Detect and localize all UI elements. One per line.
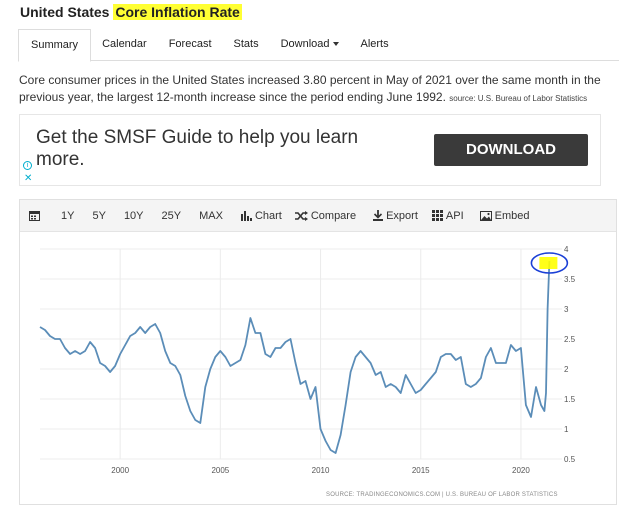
x-tick-label: 2005 [211, 466, 229, 475]
y-tick-label: 0.5 [564, 455, 576, 464]
range-1y[interactable]: 1Y [61, 210, 74, 222]
nav-tabs: Summary Calendar Forecast Stats Download… [18, 29, 619, 62]
x-tick-label: 2010 [312, 466, 330, 475]
tab-download[interactable]: Download [270, 29, 350, 61]
inflation-chart: 0.5 1 1.5 2 2.5 3 3.5 4 2000 2005 2010 2015 2020 SOUR… [39, 245, 576, 498]
compare-button-label: Compare [310, 209, 357, 222]
tab-summary[interactable]: Summary [18, 29, 92, 62]
embed-button-label: Embed [494, 209, 530, 222]
highlight-marker [539, 257, 558, 269]
tab-calendar[interactable]: Calendar [91, 29, 158, 61]
chart-toolbar: 1Y 5Y 10Y 25Y MAX Chart Compare Export A… [20, 200, 616, 232]
country-label: United States [20, 4, 110, 20]
export-button-label: Export [386, 209, 418, 222]
export-button[interactable]: Export [373, 210, 418, 222]
y-tick-label: 2.5 [564, 335, 576, 344]
ad-text[interactable]: Get the SMSF Guide to help you learn mor… [36, 127, 406, 171]
ad-banner[interactable]: Get the SMSF Guide to help you learn mor… [19, 114, 601, 186]
grid-icon [431, 210, 443, 221]
chart-button-label: Chart [254, 209, 282, 222]
range-25y[interactable]: 25Y [162, 210, 182, 222]
range-max[interactable]: MAX [199, 210, 223, 222]
range-10y[interactable]: 10Y [124, 210, 144, 222]
info-icon[interactable]: i [23, 161, 32, 170]
y-tick-label: 3 [564, 305, 569, 314]
indicator-label: Core Inflation Rate [113, 4, 242, 20]
description-source[interactable]: source: U.S. Bureau of Labor Statistics [449, 94, 587, 103]
chart-source-label: SOURCE: TRADINGECONOMICS.COM | U.S. BURE… [326, 492, 558, 498]
shuffle-icon [294, 210, 308, 221]
chart-button[interactable]: Chart [240, 209, 282, 222]
download-icon [373, 210, 384, 221]
tab-alerts[interactable]: Alerts [350, 29, 400, 61]
chart-panel: 1Y 5Y 10Y 25Y MAX Chart Compare Export A… [19, 199, 617, 505]
y-tick-label: 4 [564, 245, 569, 254]
x-tick-label: 2015 [412, 466, 430, 475]
series-line [39, 260, 551, 454]
chevron-down-icon [332, 42, 339, 47]
y-tick-label: 2 [564, 365, 569, 374]
tab-forecast[interactable]: Forecast [158, 29, 223, 61]
ad-download-button[interactable]: DOWNLOAD [434, 134, 588, 166]
api-button[interactable]: API [431, 209, 464, 222]
range-5y[interactable]: 5Y [92, 210, 105, 222]
tab-download-label: Download [280, 38, 330, 50]
calendar-icon[interactable] [29, 210, 43, 221]
x-tick-label: 2020 [512, 466, 530, 475]
page-title: United States Core Inflation Rate [20, 4, 242, 20]
compare-button[interactable]: Compare [294, 209, 357, 222]
api-button-label: API [445, 209, 464, 222]
y-tick-label: 3.5 [564, 275, 576, 284]
image-icon [479, 210, 492, 221]
description: Core consumer prices in the United State… [19, 72, 619, 107]
y-tick-label: 1.5 [564, 395, 576, 404]
bar-chart-icon [240, 210, 252, 221]
x-tick-label: 2000 [111, 466, 129, 475]
close-icon[interactable]: ✕ [24, 173, 32, 184]
y-tick-label: 1 [564, 425, 569, 434]
embed-button[interactable]: Embed [479, 209, 530, 222]
tab-stats[interactable]: Stats [223, 29, 270, 61]
